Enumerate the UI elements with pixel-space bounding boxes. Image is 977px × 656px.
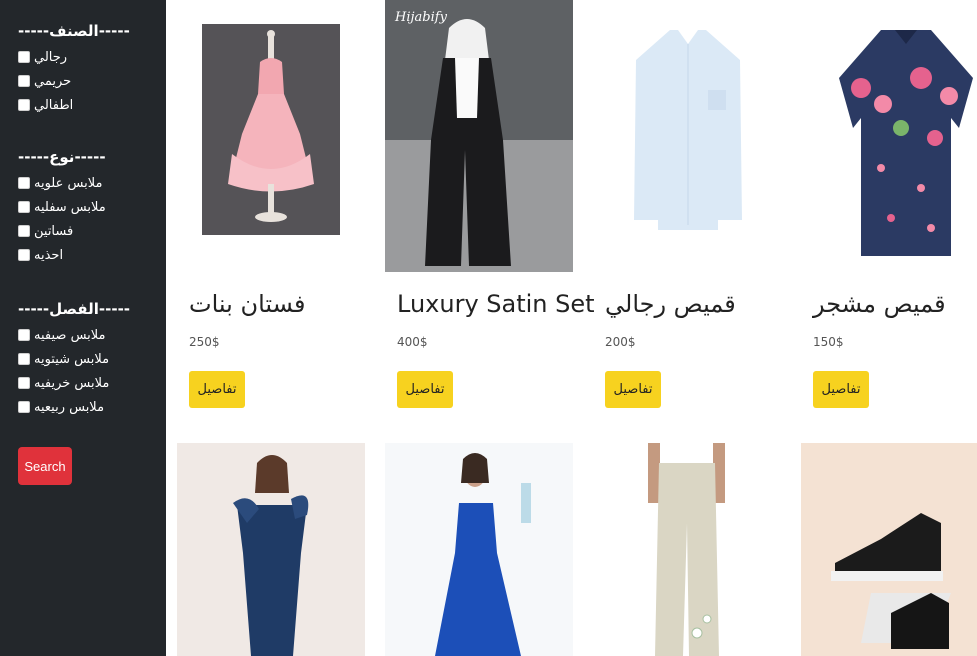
filter-option-dresses[interactable]: فساتين [18, 219, 158, 243]
checkbox[interactable] [18, 51, 30, 63]
filter-option-bottoms[interactable]: ملابس سفليه [18, 195, 158, 219]
details-button[interactable]: تفاصيل [397, 371, 453, 408]
filter-option-men[interactable]: رجالي [18, 45, 158, 69]
filter-option-tops[interactable]: ملابس علويه [18, 171, 158, 195]
product-name: قميص رجالي [605, 290, 736, 318]
sneakers-image[interactable] [801, 443, 977, 656]
product-name: فستان بنات [189, 290, 306, 318]
product-price: 250$ [189, 335, 220, 349]
search-button[interactable]: Search [18, 447, 72, 485]
filter-option-women[interactable]: حريمي [18, 69, 158, 93]
checkbox[interactable] [18, 353, 30, 365]
details-button[interactable]: تفاصيل [189, 371, 245, 408]
type-filter: -----نوع----- ملابس علويه ملابس سفليه فس… [18, 148, 158, 267]
type-heading: -----نوع----- [18, 148, 106, 166]
pink-dress-image[interactable] [177, 0, 365, 272]
checkbox[interactable] [18, 75, 30, 87]
filter-option-winter[interactable]: ملابس شيتويه [18, 347, 158, 371]
category-heading: -----الصنف----- [18, 22, 130, 40]
checkbox[interactable] [18, 329, 30, 341]
checkbox[interactable] [18, 401, 30, 413]
filter-sidebar: -----الصنف----- رجالي حريمي اطفالي -----… [0, 0, 166, 656]
checkbox[interactable] [18, 201, 30, 213]
product-price: 400$ [397, 335, 428, 349]
navy-dress-image[interactable] [177, 443, 365, 656]
product-name: Luxury Satin Set [397, 290, 595, 318]
product-price: 150$ [813, 335, 844, 349]
abaya-model-image[interactable]: Hijabify [385, 0, 573, 272]
checkbox[interactable] [18, 249, 30, 261]
season-heading: -----الفصل----- [18, 300, 131, 318]
checkbox[interactable] [18, 377, 30, 389]
filter-option-shoes[interactable]: احذيه [18, 243, 158, 267]
checkbox[interactable] [18, 225, 30, 237]
details-button[interactable]: تفاصيل [813, 371, 869, 408]
filter-option-spring[interactable]: ملابس ربيعيه [18, 395, 158, 419]
watermark-text: Hijabify [395, 10, 447, 25]
filter-option-summer[interactable]: ملابس صيفيه [18, 323, 158, 347]
product-price: 200$ [605, 335, 636, 349]
checkbox[interactable] [18, 99, 30, 111]
floral-shirt-image[interactable] [801, 0, 977, 272]
checkbox[interactable] [18, 177, 30, 189]
product-name: قميص مشجر [813, 290, 946, 318]
season-filter: -----الفصل----- ملابس صيفيه ملابس شيتويه… [18, 300, 158, 419]
blue-pleated-dress-image[interactable] [385, 443, 573, 656]
category-filter: -----الصنف----- رجالي حريمي اطفالي [18, 22, 158, 117]
linen-pants-image[interactable] [593, 443, 781, 656]
filter-option-autumn[interactable]: ملابس خريفيه [18, 371, 158, 395]
filter-option-kids[interactable]: اطفالي [18, 93, 158, 117]
details-button[interactable]: تفاصيل [605, 371, 661, 408]
white-shirt-image[interactable] [593, 0, 781, 272]
